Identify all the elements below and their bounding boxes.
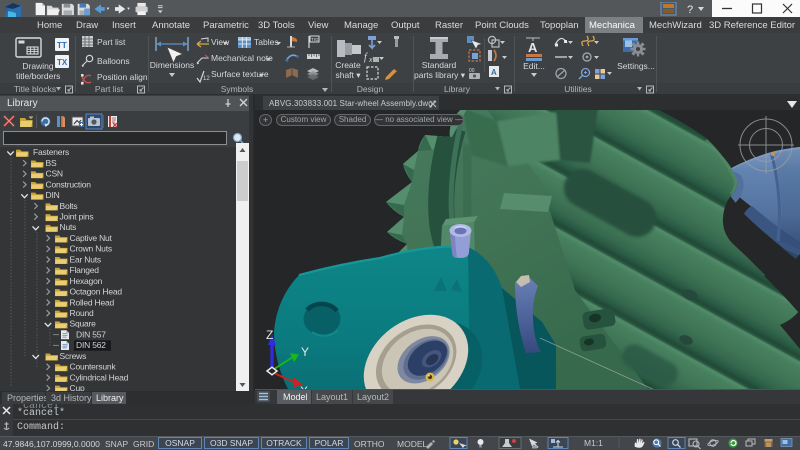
- svg-text:Screws: Screws: [60, 351, 87, 361]
- svg-text:x: x: [368, 57, 373, 64]
- svg-text:Nuts: Nuts: [60, 222, 77, 232]
- svg-text:A: A: [528, 40, 538, 55]
- svg-text:Countersunk: Countersunk: [70, 362, 117, 372]
- svg-text:Captive Nut: Captive Nut: [70, 233, 113, 243]
- svg-text:Y: Y: [301, 345, 309, 359]
- svg-text:Ear Nuts: Ear Nuts: [70, 254, 101, 264]
- svg-text:TIG: TIG: [311, 37, 319, 42]
- svg-text:DIN: DIN: [46, 190, 60, 200]
- svg-text:Joint pins: Joint pins: [60, 212, 94, 222]
- svg-text:?: ?: [687, 4, 693, 16]
- svg-text:Square: Square: [70, 319, 97, 329]
- svg-text:Round: Round: [70, 308, 95, 318]
- svg-text:A: A: [491, 68, 497, 77]
- svg-text:Construction: Construction: [46, 179, 92, 189]
- svg-text:CSN: CSN: [46, 169, 63, 179]
- svg-text:Octagon Head: Octagon Head: [70, 287, 123, 297]
- svg-text:TT: TT: [57, 41, 67, 50]
- svg-text:M1:1: M1:1: [584, 438, 603, 448]
- svg-text:Z: Z: [266, 328, 273, 342]
- svg-text:DIN 562: DIN 562: [76, 340, 106, 350]
- svg-text:Bolts: Bolts: [60, 201, 78, 211]
- svg-text:12: 12: [203, 76, 210, 82]
- svg-text:Fasteners: Fasteners: [33, 147, 69, 157]
- svg-text:Flanged: Flanged: [70, 265, 100, 275]
- svg-text:Rolled Head: Rolled Head: [70, 297, 115, 307]
- svg-text:Crown Nuts: Crown Nuts: [70, 244, 112, 254]
- svg-text:DIN 557: DIN 557: [76, 329, 106, 339]
- svg-text:BS: BS: [46, 158, 57, 168]
- svg-text:Cylindrical Head: Cylindrical Head: [70, 372, 129, 382]
- svg-text:Hexagon: Hexagon: [70, 276, 103, 286]
